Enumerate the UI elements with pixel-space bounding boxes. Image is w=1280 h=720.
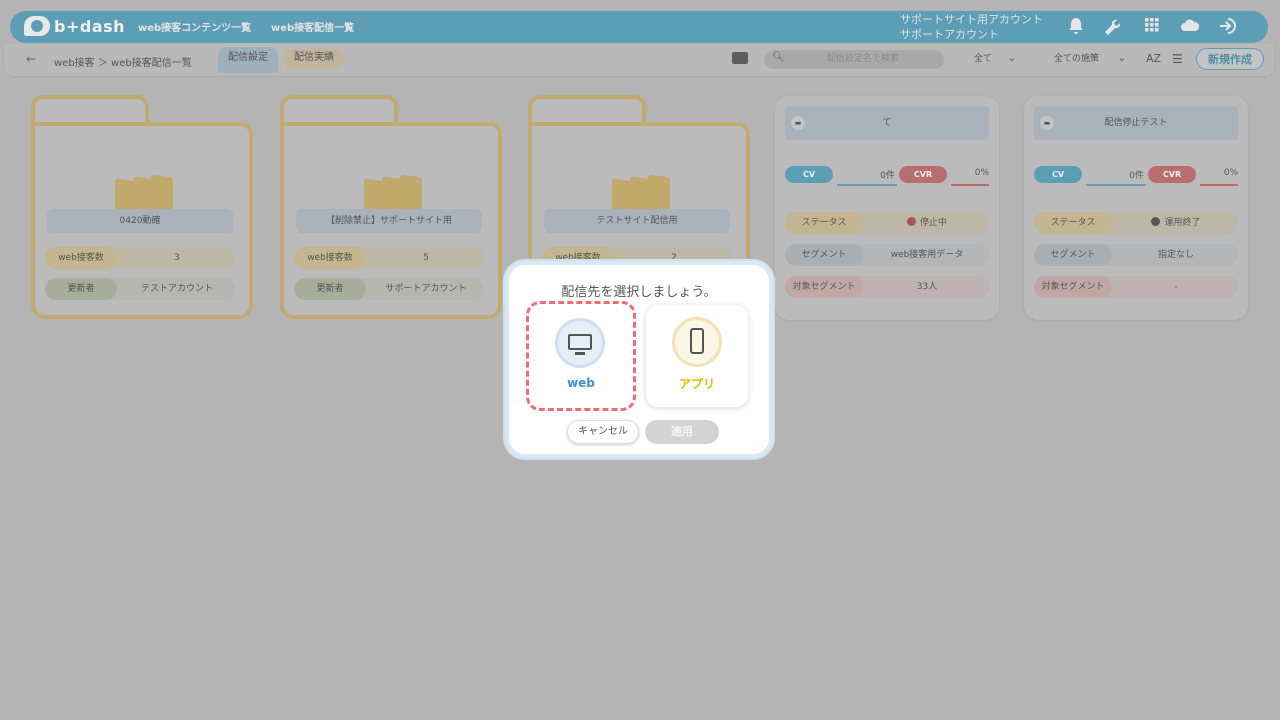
row-label: 更新者 (294, 278, 366, 300)
tab-delivery-results[interactable]: 配信実績 (284, 49, 344, 69)
target-row: 対象セグメント - (1034, 276, 1238, 298)
search-input[interactable] (788, 51, 938, 67)
cvr-badge: CVR (1148, 166, 1196, 183)
delivery-target-modal: 配信先を選択しましょう。 web アプリ キャンセル 適用 (505, 261, 773, 458)
folder-count-row: web接客数 5 (294, 247, 484, 269)
apply-button[interactable]: 適用 (645, 420, 719, 444)
monitor-icon (568, 334, 592, 355)
chevron-down-icon: ⌄ (1117, 53, 1126, 64)
search-icon: 🔍︎ (772, 52, 785, 63)
row-value: 3 (174, 253, 180, 263)
account-info[interactable]: サポートサイト用アカウント サポートアカウント (900, 12, 1043, 42)
status-filter-value: 全て (974, 54, 993, 64)
smartphone-icon (690, 328, 704, 354)
option-app[interactable]: アプリ (646, 305, 748, 407)
cvr-value: 0% (1223, 168, 1238, 178)
status-value: 停止中 (865, 212, 989, 234)
pause-icon (906, 217, 916, 226)
cvr-badge: CVR (899, 166, 947, 183)
segment-row: セグメント 指定なし (1034, 244, 1238, 266)
row-label: 対象セグメント (785, 276, 863, 298)
account-site: サポートサイト用アカウント (900, 13, 1043, 26)
row-label: セグメント (785, 244, 863, 266)
card-title: 配信停止テスト (1104, 118, 1168, 128)
tab-delivery-settings[interactable]: 配信設定 (218, 47, 278, 73)
minus-circle-icon (1151, 217, 1161, 226)
row-label: ステータス (1034, 212, 1112, 234)
search-box: 🔍︎ (764, 50, 944, 69)
cancel-button[interactable]: キャンセル (567, 420, 639, 444)
card-title-bar: ▬ て (785, 106, 989, 140)
card-title-bar: ▬ 配信停止テスト (1034, 106, 1238, 140)
folder-updater-row: 更新者 テストアカウント (45, 278, 235, 300)
modal-title: 配信先を選択しましょう。 (561, 285, 717, 300)
row-value: 5 (423, 253, 429, 263)
folder-title: テストサイト配信用 (544, 209, 730, 233)
chat-icon: ▬ (1040, 116, 1054, 130)
row-label: web接客数 (45, 247, 117, 269)
folder-card[interactable]: 0420動確 web接客数 3 更新者 テストアカウント (31, 95, 253, 319)
row-label: セグメント (1034, 244, 1112, 266)
row-label: web接客数 (294, 247, 366, 269)
brand-logo[interactable]: b+dash (24, 16, 125, 36)
card-title: て (882, 118, 892, 128)
toolbar: ← web接客 ＞ web接客配信一覧 配信設定 配信実績 🔍︎ 全て ⌄ 全て… (4, 44, 1274, 76)
create-new-button[interactable]: 新規作成 (1196, 48, 1264, 70)
status-filter-select[interactable]: 全て ⌄ (962, 49, 1024, 69)
status-row: ステータス 停止中 (785, 212, 989, 234)
wrench-icon[interactable] (1102, 17, 1122, 37)
folder-title: 【削除禁止】サポートサイト用 (296, 209, 482, 233)
row-value: 指定なし (1157, 250, 1194, 260)
row-label: ステータス (785, 212, 863, 234)
list-view-icon[interactable]: ☰ (1172, 52, 1183, 66)
delivery-card[interactable]: ▬ て CV 0件 CVR 0% ステータス 停止中 セグメント web接客用デ… (775, 96, 999, 320)
row-value: サポートアカウント (385, 284, 467, 294)
logout-icon[interactable] (1218, 17, 1238, 37)
breadcrumb: web接客 ＞ web接客配信一覧 (54, 58, 192, 69)
cv-value: 0件 (880, 171, 895, 181)
row-value: - (1174, 282, 1178, 292)
chat-icon: ▬ (791, 116, 805, 130)
segment-row: セグメント web接客用データ (785, 244, 989, 266)
row-value: web接客用データ (890, 250, 964, 260)
row-label: 対象セグメント (1034, 276, 1112, 298)
target-row: 対象セグメント 33人 (785, 276, 989, 298)
bell-icon[interactable] (1066, 17, 1086, 37)
top-header-bar: b+dash web接客コンテンツ一覧 web接客配信一覧 サポートサイト用アカ… (10, 11, 1268, 43)
option-app-label: アプリ (678, 377, 715, 391)
back-arrow-icon[interactable]: ← (26, 52, 36, 66)
cvr-value: 0% (974, 168, 989, 178)
cv-badge: CV (785, 166, 833, 183)
row-value: 33人 (916, 282, 938, 292)
status-value: 運用終了 (1114, 212, 1238, 234)
cv-badge: CV (1034, 166, 1082, 183)
folder-title: 0420動確 (47, 209, 233, 233)
add-folder-icon[interactable] (732, 52, 748, 64)
folder-card[interactable]: 【削除禁止】サポートサイト用 web接客数 5 更新者 サポートアカウント (280, 95, 502, 319)
chevron-down-icon: ⌄ (1007, 53, 1016, 64)
option-web-label: web (567, 376, 595, 390)
grid-icon[interactable] (1142, 17, 1162, 37)
cloud-icon[interactable] (1180, 17, 1200, 37)
folder-count-row: web接客数 3 (45, 247, 235, 269)
status-row: ステータス 運用終了 (1034, 212, 1238, 234)
campaign-filter-value: 全ての施策 (1054, 54, 1100, 64)
nav-web-delivery[interactable]: web接客配信一覧 (271, 19, 354, 34)
folder-updater-row: 更新者 サポートアカウント (294, 278, 484, 300)
account-user: サポートアカウント (900, 28, 999, 41)
logo-mark-icon (24, 16, 50, 36)
option-web[interactable]: web (526, 301, 636, 411)
row-value: テストアカウント (140, 284, 213, 294)
logo-text: b+dash (54, 16, 126, 36)
delivery-card[interactable]: ▬ 配信停止テスト CV 0件 CVR 0% ステータス 運用終了 セグメント … (1024, 96, 1248, 320)
row-label: 更新者 (45, 278, 117, 300)
nav-web-contents[interactable]: web接客コンテンツ一覧 (138, 19, 251, 34)
cv-value: 0件 (1129, 171, 1144, 181)
campaign-filter-select[interactable]: 全ての施策 ⌄ (1034, 49, 1134, 69)
sort-az-icon[interactable]: AZ (1146, 52, 1161, 65)
